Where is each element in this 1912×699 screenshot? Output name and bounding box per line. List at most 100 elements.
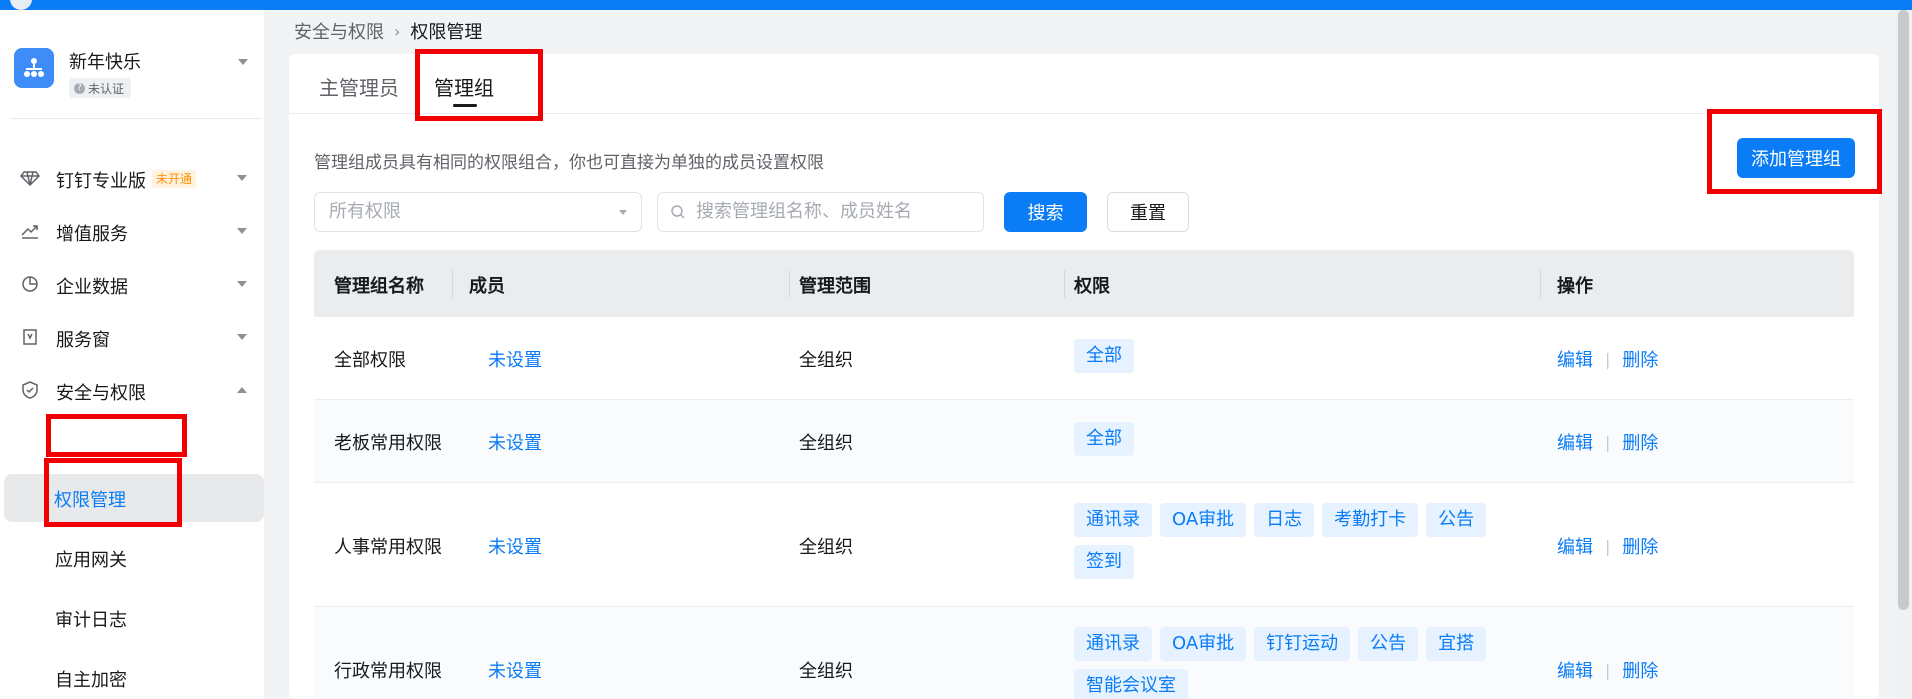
sidebar-item-label: 钉钉专业版 <box>56 171 146 192</box>
table-row: 行政常用权限 未设置 全组织 通讯录 OA审批 钉钉运动 公告 宜搭 智能会议室… <box>314 607 1854 699</box>
edit-link[interactable]: 编辑 <box>1557 346 1593 372</box>
action-separator: | <box>1605 536 1611 556</box>
permission-tags: 全部 <box>1074 339 1504 373</box>
group-name: 全部权限 <box>334 350 406 371</box>
action-separator: | <box>1605 660 1611 680</box>
breadcrumb-current: 权限管理 <box>410 22 483 43</box>
delete-link[interactable]: 删除 <box>1622 533 1658 559</box>
status-badge: 未开通 <box>152 170 197 188</box>
sidebar-subitem-app-gateway[interactable]: 应用网关 <box>0 534 274 582</box>
delete-link[interactable]: 删除 <box>1622 429 1658 455</box>
permission-tag: 智能会议室 <box>1074 669 1188 699</box>
sidebar-item-label: 企业数据 <box>56 277 128 298</box>
user-avatar[interactable] <box>10 0 32 10</box>
search-button[interactable]: 搜索 <box>1004 192 1087 232</box>
chevron-right-icon: › <box>394 21 401 41</box>
admin-groups-table: 管理组名称 成员 管理范围 权限 操作 全部权限 未设置 全组织 全部 编辑 |… <box>314 250 1854 699</box>
edit-link[interactable]: 编辑 <box>1557 429 1593 455</box>
table-row: 全部权限 未设置 全组织 全部 编辑 | 删除 <box>314 317 1854 400</box>
org-switcher[interactable]: 新年快乐 ? 未认证 <box>14 42 264 102</box>
sidebar: 新年快乐 ? 未认证 钉钉专业版 未开通 增值服务 企业数据 服务窗 安全与权限… <box>0 10 274 699</box>
sidebar-subitem-label: 自主加密 <box>55 670 127 691</box>
table-header: 管理组名称 成员 管理范围 权限 操作 <box>314 250 1854 317</box>
shield-icon <box>22 381 38 399</box>
column-divider <box>452 270 453 298</box>
sidebar-subitem-encryption[interactable]: 自主加密 <box>0 654 274 699</box>
scope: 全组织 <box>799 661 853 682</box>
sidebar-item-security[interactable]: 安全与权限 <box>0 368 274 412</box>
column-header: 权限 <box>1074 276 1110 297</box>
trend-icon <box>21 225 38 239</box>
scope: 全组织 <box>799 433 853 454</box>
diamond-icon <box>20 171 40 187</box>
row-actions: 编辑 | 删除 <box>1557 533 1658 559</box>
members-link[interactable]: 未设置 <box>488 657 542 683</box>
delete-link[interactable]: 删除 <box>1622 657 1658 683</box>
sidebar-subitem-audit-log[interactable]: 审计日志 <box>0 594 274 642</box>
sidebar-item-label: 安全与权限 <box>56 383 146 404</box>
sidebar-item-label: 增值服务 <box>56 224 128 245</box>
action-separator: | <box>1605 432 1611 452</box>
permission-tag: 钉钉运动 <box>1254 627 1351 661</box>
delete-link[interactable]: 删除 <box>1622 346 1658 372</box>
permission-tag: OA审批 <box>1160 503 1247 537</box>
search-input[interactable]: 搜索管理组名称、成员姓名 <box>657 192 984 232</box>
permission-tag: 宜搭 <box>1426 627 1487 661</box>
group-name: 人事常用权限 <box>334 537 442 558</box>
members-link[interactable]: 未设置 <box>488 429 542 455</box>
search-icon <box>671 205 685 219</box>
permission-tags: 通讯录 OA审批 钉钉运动 公告 宜搭 智能会议室 <box>1074 627 1504 699</box>
highlight-box-add-group <box>1707 109 1882 194</box>
permission-tag: 考勤打卡 <box>1322 503 1419 537</box>
chevron-down-icon <box>237 334 247 340</box>
sidebar-item-service-window[interactable]: 服务窗 <box>0 315 274 359</box>
highlight-box-permission-management <box>44 458 182 527</box>
chevron-down-icon <box>237 175 247 181</box>
permission-tag: 通讯录 <box>1074 503 1152 537</box>
sidebar-subitem-label: 应用网关 <box>55 550 127 571</box>
chevron-down-icon[interactable] <box>238 59 248 65</box>
row-actions: 编辑 | 删除 <box>1557 657 1658 683</box>
page-description: 管理组成员具有相同的权限组合，你也可直接为单独的成员设置权限 <box>314 153 824 173</box>
bookmark-icon <box>23 329 37 345</box>
edit-link[interactable]: 编辑 <box>1557 657 1593 683</box>
sidebar-item-enterprise-data[interactable]: 企业数据 <box>0 262 274 306</box>
permission-tag: 全部 <box>1074 422 1134 456</box>
breadcrumb-parent[interactable]: 安全与权限 <box>294 18 384 44</box>
scope: 全组织 <box>799 537 853 558</box>
breadcrumb: 安全与权限 › 权限管理 <box>294 18 482 44</box>
permission-tag: 日志 <box>1254 503 1315 537</box>
permission-tag: OA审批 <box>1160 627 1247 661</box>
permission-tags: 全部 <box>1074 422 1504 456</box>
page-scrollbar[interactable] <box>1895 10 1912 699</box>
column-header: 操作 <box>1557 276 1593 297</box>
tab-main-admin[interactable]: 主管理员 <box>319 72 399 101</box>
edit-link[interactable]: 编辑 <box>1557 533 1593 559</box>
table-row: 人事常用权限 未设置 全组织 通讯录 OA审批 日志 考勤打卡 公告 签到 编辑… <box>314 483 1854 607</box>
group-name: 老板常用权限 <box>334 433 442 454</box>
top-bar <box>0 0 1912 10</box>
chevron-up-icon <box>237 387 247 393</box>
row-actions: 编辑 | 删除 <box>1557 429 1658 455</box>
sidebar-divider <box>10 118 262 119</box>
permission-filter-select[interactable]: 所有权限 <box>314 192 642 232</box>
row-actions: 编辑 | 删除 <box>1557 346 1658 372</box>
column-header: 成员 <box>469 276 505 297</box>
chevron-down-icon <box>237 281 247 287</box>
column-divider <box>1064 270 1065 298</box>
column-header: 管理范围 <box>799 276 871 297</box>
members-link[interactable]: 未设置 <box>488 346 542 372</box>
sidebar-item-value-services[interactable]: 增值服务 <box>0 209 274 253</box>
scrollbar-thumb[interactable] <box>1898 10 1909 610</box>
permission-tag: 签到 <box>1074 545 1134 579</box>
group-name: 行政常用权限 <box>334 661 442 682</box>
members-link[interactable]: 未设置 <box>488 533 542 559</box>
reset-button[interactable]: 重置 <box>1107 192 1189 232</box>
action-separator: | <box>1605 349 1611 369</box>
permission-tag: 全部 <box>1074 339 1134 373</box>
highlight-box-security <box>46 414 187 457</box>
sidebar-item-pro[interactable]: 钉钉专业版 未开通 <box>0 156 274 200</box>
scope: 全组织 <box>799 350 853 371</box>
verification-badge: ? 未认证 <box>69 78 132 98</box>
sidebar-scrollbar[interactable] <box>264 10 274 699</box>
